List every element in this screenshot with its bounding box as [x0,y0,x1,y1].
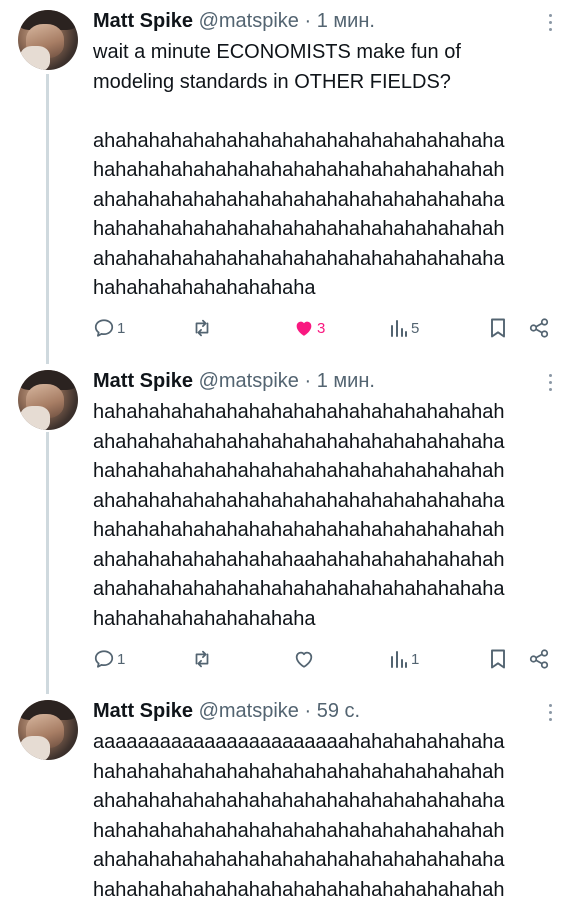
author-name[interactable]: Matt Spike [93,10,193,32]
author-handle[interactable]: @matspike [199,370,299,392]
tweet-header: Matt Spike @matspike · 1 мин. [93,7,559,35]
tweet-header: Matt Spike @matspike · 59 с. [93,697,559,725]
more-icon[interactable] [547,374,553,391]
tweet-header: Matt Spike @matspike · 1 мин. [93,367,559,395]
action-bar: 1 1 [93,644,563,674]
views-icon [389,648,409,670]
tweet[interactable]: Matt Spike @matspike · 1 мин. hahahahaha… [0,360,579,690]
timestamp[interactable]: 59 с. [317,700,360,722]
reply-button[interactable]: 1 [93,313,125,343]
reply-icon [93,648,115,670]
tweet-text: wait a minute ECONOMISTS make fun of mod… [93,41,505,299]
heart-icon [293,317,315,339]
bookmark-button[interactable] [488,313,508,343]
author-handle[interactable]: @matspike [199,10,299,32]
more-icon[interactable] [547,14,553,31]
avatar[interactable] [18,700,78,760]
views-button[interactable]: 1 [389,644,419,674]
share-icon [527,317,551,339]
like-count: 3 [317,319,326,337]
bookmark-button[interactable] [488,644,508,674]
bookmark-icon [488,317,508,339]
tweet-text: hahahahahahahahahahahahahahahahahahah ah… [93,401,505,630]
timestamp[interactable]: 1 мин. [317,370,375,392]
action-bar: 1 3 5 [93,313,563,343]
separator-dot: · [304,10,312,32]
repost-button[interactable] [190,644,216,674]
separator-dot: · [304,370,312,392]
avatar[interactable] [18,370,78,430]
tweet[interactable]: Matt Spike @matspike · 1 мин. wait a min… [0,0,579,360]
bookmark-icon [488,648,508,670]
more-icon[interactable] [547,704,553,721]
repost-button[interactable] [190,313,216,343]
like-button[interactable]: 3 [293,313,325,343]
timestamp[interactable]: 1 мин. [317,10,375,32]
views-count: 1 [411,650,420,668]
tweet[interactable]: Matt Spike @matspike · 59 с. aaaaaaaaaaa… [0,690,579,901]
author-name[interactable]: Matt Spike [93,370,193,392]
views-button[interactable]: 5 [389,313,419,343]
author-handle[interactable]: @matspike [199,700,299,722]
heart-icon [293,648,315,670]
reply-count: 1 [117,319,126,337]
repost-icon [190,648,214,670]
avatar[interactable] [18,10,78,70]
reply-count: 1 [117,650,126,668]
separator-dot: · [304,700,312,722]
reply-icon [93,317,115,339]
views-count: 5 [411,319,420,337]
like-button[interactable] [293,644,317,674]
tweet-text: aaaaaaaaaaaaaaaaaaaaaaahahahahahahaha ha… [93,731,505,901]
author-name[interactable]: Matt Spike [93,700,193,722]
share-button[interactable] [527,313,551,343]
repost-icon [190,317,214,339]
reply-button[interactable]: 1 [93,644,125,674]
views-icon [389,317,409,339]
share-icon [527,648,551,670]
share-button[interactable] [527,644,551,674]
